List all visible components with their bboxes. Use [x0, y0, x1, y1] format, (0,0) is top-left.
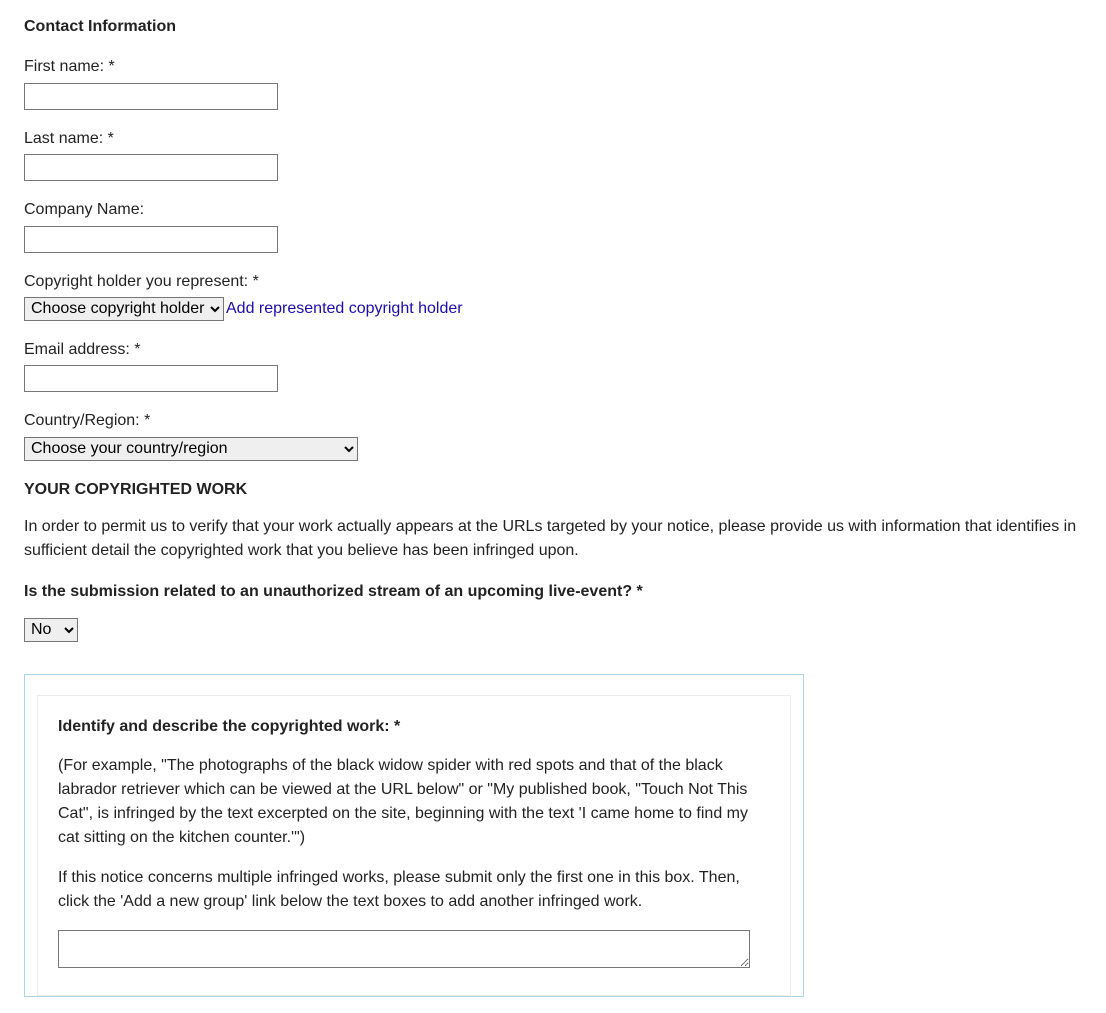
identify-work-inner: Identify and describe the copyrighted wo… — [37, 695, 791, 997]
work-heading: YOUR COPYRIGHTED WORK — [24, 479, 1082, 501]
email-group: Email address: * — [24, 339, 1082, 392]
work-description: In order to permit us to verify that you… — [24, 515, 1082, 563]
first-name-input[interactable] — [24, 83, 278, 110]
copyright-holder-group: Copyright holder you represent: * Choose… — [24, 271, 1082, 321]
country-label: Country/Region: * — [24, 410, 1082, 432]
first-name-label: First name: * — [24, 56, 1082, 78]
country-select[interactable]: Choose your country/region — [24, 437, 358, 461]
first-name-group: First name: * — [24, 56, 1082, 109]
identify-work-box: Identify and describe the copyrighted wo… — [24, 674, 804, 998]
last-name-label: Last name: * — [24, 128, 1082, 150]
email-label: Email address: * — [24, 339, 1082, 361]
identify-example-text: (For example, "The photographs of the bl… — [58, 754, 770, 850]
live-event-question: Is the submission related to an unauthor… — [24, 581, 1082, 603]
live-event-select[interactable]: No — [24, 618, 78, 642]
last-name-group: Last name: * — [24, 128, 1082, 181]
copyright-holder-label: Copyright holder you represent: * — [24, 271, 1082, 293]
identify-multiple-text: If this notice concerns multiple infring… — [58, 866, 770, 914]
company-label: Company Name: — [24, 199, 1082, 221]
contact-heading: Contact Information — [24, 16, 1082, 38]
add-copyright-holder-link[interactable]: Add represented copyright holder — [226, 298, 463, 320]
company-group: Company Name: — [24, 199, 1082, 252]
company-input[interactable] — [24, 226, 278, 253]
copyright-holder-select[interactable]: Choose copyright holder — [24, 297, 224, 321]
contact-information-section: Contact Information First name: * Last n… — [24, 16, 1082, 461]
copyrighted-work-section: YOUR COPYRIGHTED WORK In order to permit… — [24, 479, 1082, 666]
identify-textarea[interactable] — [58, 930, 750, 968]
email-input[interactable] — [24, 365, 278, 392]
identify-heading: Identify and describe the copyrighted wo… — [58, 716, 770, 738]
last-name-input[interactable] — [24, 154, 278, 181]
country-group: Country/Region: * Choose your country/re… — [24, 410, 1082, 460]
